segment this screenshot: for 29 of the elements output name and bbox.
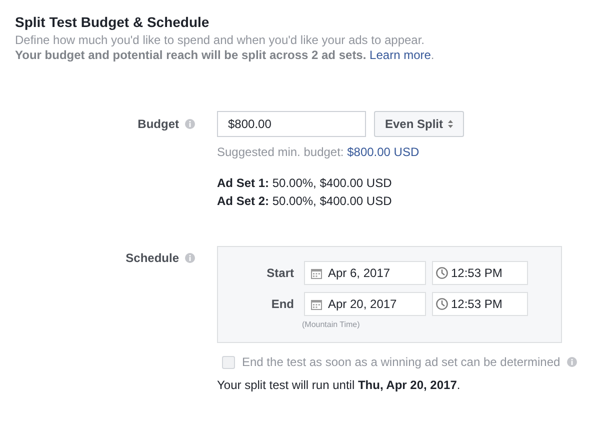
time-field[interactable]: 12:53 PM bbox=[432, 292, 528, 316]
split-dropdown[interactable]: Even Split bbox=[374, 111, 464, 137]
info-icon bbox=[185, 119, 195, 129]
description-text: Define how much you'd like to spend and when you'd like your ads to appear. bbox=[15, 33, 426, 48]
info-icon bbox=[185, 253, 195, 263]
section-title: Split Test Budget & Schedule bbox=[15, 14, 210, 30]
calendar-icon bbox=[311, 298, 322, 310]
suggested-amount: $800.00 USD bbox=[347, 145, 420, 159]
ad-set-split: Ad Set 2: 50.00%, $400.00 USD bbox=[217, 193, 393, 210]
ad-set-split: Ad Set 1: 50.00%, $400.00 USD bbox=[217, 175, 393, 192]
timezone-note: (Mountain Time) bbox=[302, 320, 361, 329]
date-field[interactable]: Apr 20, 2017 bbox=[304, 292, 426, 316]
time-field[interactable]: 12:53 PM bbox=[432, 261, 528, 285]
date-field[interactable]: Apr 6, 2017 bbox=[304, 261, 426, 285]
info-icon bbox=[567, 357, 578, 367]
date-label: Start bbox=[266, 266, 294, 280]
summary-text: Your split test will run until Thu, Apr 20, 2017. bbox=[217, 378, 462, 392]
checkbox-label: End the test as soon as a winning ad set can be determined bbox=[242, 355, 560, 369]
field-label: Budget bbox=[138, 117, 179, 131]
date-label: End bbox=[270, 297, 294, 311]
learn-more-link[interactable]: Learn more bbox=[370, 48, 431, 62]
clock-icon bbox=[436, 298, 448, 310]
field-label: Schedule bbox=[126, 251, 179, 265]
split-note: Your budget and potential reach will be split across 2 ad sets. Learn more. bbox=[15, 48, 436, 63]
budget-field[interactable]: $800.00 bbox=[217, 111, 366, 137]
suggested-text: Suggested min. budget: bbox=[217, 145, 345, 159]
sort-arrows-icon bbox=[448, 120, 454, 128]
clock-icon bbox=[436, 267, 448, 279]
calendar-icon bbox=[311, 268, 322, 278]
